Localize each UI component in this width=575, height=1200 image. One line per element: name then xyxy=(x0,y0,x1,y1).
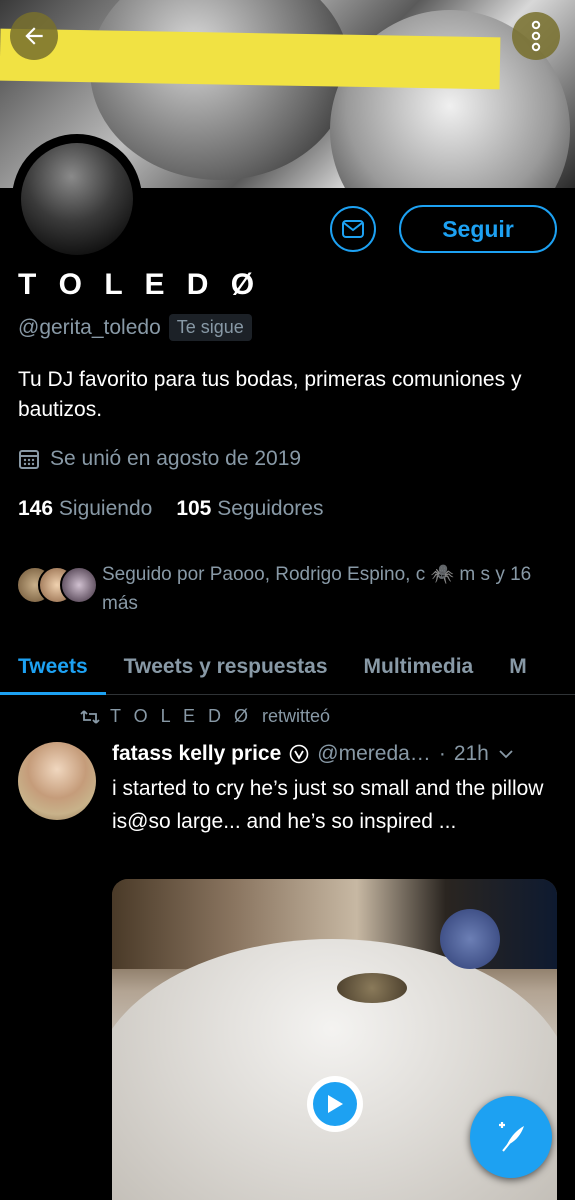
compose-tweet-button[interactable] xyxy=(470,1096,552,1178)
profile-handle: @gerita_toledo xyxy=(18,315,161,339)
tweet-separator: · xyxy=(438,742,446,765)
tweet-author-handle: @mereda… xyxy=(317,742,431,765)
followed-by-row[interactable]: Seguido por Paooo, Rodrigo Espino, c 🕷️ … xyxy=(16,560,542,618)
tab-likes[interactable]: M xyxy=(491,640,545,694)
tweet-text: i started to cry he’s just so small and … xyxy=(112,777,544,833)
tweet-author-name[interactable]: fatass kelly price xyxy=(112,742,281,766)
follow-counts: 146 Siguiendo 105 Seguidores xyxy=(18,497,323,521)
followers-count: 105 xyxy=(176,497,212,520)
following-link[interactable]: 146 Siguiendo xyxy=(18,497,152,521)
profile-name: T O L E D Ø xyxy=(18,268,262,301)
followed-by-text: Seguido por Paooo, Rodrigo Espino, c 🕷️ … xyxy=(102,564,532,614)
calendar-icon xyxy=(19,450,39,469)
retweet-label: retwitteó xyxy=(262,706,331,726)
tweet-time: 21h xyxy=(453,742,489,765)
joined-date: Se unió en agosto de 2019 xyxy=(18,447,301,471)
retweeter-name[interactable]: T O L E D Ø xyxy=(110,706,252,727)
tab-tweets-replies[interactable]: Tweets y respuestas xyxy=(106,640,346,694)
play-button[interactable] xyxy=(307,1076,363,1132)
followed-by-avatars xyxy=(16,566,98,604)
video-toy xyxy=(440,909,500,969)
play-icon-container xyxy=(313,1082,357,1126)
follows-you-badge: Te sigue xyxy=(168,314,252,341)
retweet-icon xyxy=(80,709,100,724)
play-icon xyxy=(328,1095,343,1113)
more-options-button[interactable] xyxy=(512,12,560,60)
retweet-context: T O L E D Ø retwitteó xyxy=(80,706,330,727)
follow-button[interactable]: Seguir xyxy=(399,205,557,253)
tab-tweets[interactable]: Tweets xyxy=(0,640,106,695)
following-label: Siguiendo xyxy=(58,497,153,520)
back-button[interactable] xyxy=(10,12,58,60)
profile-tabs: Tweets Tweets y respuestas Multimedia M xyxy=(0,640,575,695)
followers-label: Seguidores xyxy=(217,497,324,520)
verified-icon xyxy=(289,744,309,764)
avatar xyxy=(60,566,98,604)
banner-shade xyxy=(90,0,350,180)
following-count: 146 xyxy=(18,497,54,520)
followers-link[interactable]: 105 Seguidores xyxy=(176,497,323,521)
chevron-down-icon[interactable] xyxy=(497,745,515,763)
arrow-left-icon xyxy=(25,27,43,45)
compose-feather-icon xyxy=(499,1122,524,1152)
banner-yellow-stripe xyxy=(0,28,501,90)
joined-text: Se unió en agosto de 2019 xyxy=(50,447,302,470)
mail-icon xyxy=(342,220,364,238)
more-vertical-icon xyxy=(531,20,541,52)
message-button[interactable] xyxy=(330,206,376,252)
tab-media[interactable]: Multimedia xyxy=(346,640,492,694)
tweet-header: fatass kelly price @mereda… · 21h xyxy=(112,742,562,766)
video-hamster xyxy=(337,973,407,1003)
handle-row: @gerita_toledo Te sigue xyxy=(18,314,252,341)
profile-bio: Tu DJ favorito para tus bodas, primeras … xyxy=(18,368,522,421)
avatar-photo xyxy=(21,143,133,255)
tweet-author-avatar[interactable] xyxy=(18,742,96,820)
profile-avatar[interactable] xyxy=(12,134,142,264)
